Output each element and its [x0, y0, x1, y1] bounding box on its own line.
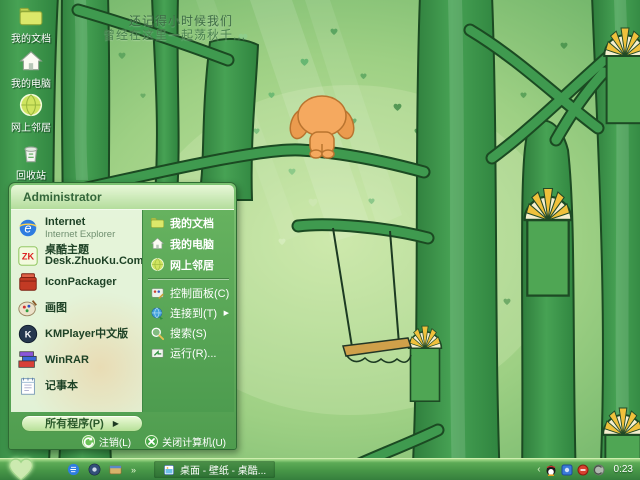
tray-volume-icon[interactable]: [593, 464, 605, 476]
quick-launch-kmplayer-icon[interactable]: [87, 462, 102, 477]
item-subtitle: Internet Explorer: [45, 228, 116, 240]
start-menu-item-internet[interactable]: e Internet Internet Explorer: [13, 213, 140, 243]
my-computer-icon: [19, 51, 43, 71]
start-menu: Administrator e Internet Internet Explor…: [8, 182, 237, 450]
paint-icon: [18, 300, 37, 317]
item-title: 画图: [45, 301, 67, 314]
all-programs-arrow-icon: ▶: [112, 418, 119, 428]
desktop-icon-my-computer[interactable]: 我的电脑: [0, 48, 62, 90]
run-icon: [151, 348, 164, 358]
taskbar-clock[interactable]: 0:23: [614, 464, 633, 475]
notepad-icon: [21, 377, 35, 395]
desktop-icon-label: 网上邻居: [11, 123, 51, 134]
desktop-icon-label: 我的电脑: [11, 79, 51, 90]
desktop-icon-label: 回收站: [16, 171, 46, 182]
start-menu-item-search[interactable]: 搜索(S): [143, 323, 234, 343]
svg-text:K: K: [25, 330, 32, 340]
system-tray: ‹ 0:23: [537, 464, 640, 476]
start-menu-item-kmplayer[interactable]: K KMPlayer中文版: [13, 321, 140, 347]
desktop-icon-my-documents[interactable]: 我的文档: [0, 3, 62, 45]
item-label: 我的电脑: [170, 238, 214, 251]
start-menu-pinned-list: e Internet Internet Explorer ZK 桌酷主题Desk…: [11, 210, 144, 412]
iconpackager-icon: [19, 273, 37, 291]
item-title: 桌酷主题Desk.ZhuoKu.Com: [45, 244, 144, 267]
tray-collapse-chevron[interactable]: ‹: [537, 464, 540, 475]
start-menu-item-run[interactable]: 运行(R)...: [143, 343, 234, 363]
start-menu-item-connect-to[interactable]: 连接到(T) ▶: [143, 303, 234, 323]
menu-separator: [148, 278, 229, 280]
tray-alert-icon[interactable]: [577, 464, 589, 476]
item-title: Internet: [45, 215, 86, 228]
all-programs-button[interactable]: 所有程序(P) ▶: [21, 414, 143, 432]
my-documents-icon: [150, 217, 165, 228]
start-menu-item-zhuoku-theme[interactable]: ZK 桌酷主题Desk.ZhuoKu.Com: [13, 243, 144, 269]
logoff-icon: [81, 435, 95, 448]
my-documents-icon: [19, 7, 43, 26]
tray-security-icon[interactable]: [561, 464, 573, 476]
search-icon: [151, 327, 165, 340]
svg-text:ZK: ZK: [22, 252, 35, 262]
shutdown-button[interactable]: 关闭计算机(U): [145, 434, 226, 449]
task-button-wallpaper[interactable]: 桌面 - 壁纸 - 桌酷...: [154, 461, 276, 478]
item-label: 网上邻居: [170, 259, 214, 272]
item-title: IconPackager: [45, 275, 117, 288]
task-button-label: 桌面 - 壁纸 - 桌酷...: [180, 466, 267, 477]
start-menu-item-winrar[interactable]: WinRAR: [13, 347, 140, 373]
item-label: 控制面板(C): [170, 288, 230, 300]
my-computer-icon: [150, 237, 165, 249]
tray-qq-icon[interactable]: [545, 464, 557, 476]
start-menu-item-network-places[interactable]: 网上邻居: [143, 254, 234, 275]
item-title: WinRAR: [45, 353, 89, 366]
start-menu-places-list: 我的文档 我的电脑 网上邻居 控制面板(C) 连接到(T) ▶ 搜索(S) 运行…: [142, 210, 234, 412]
all-programs-label: 所有程序(P): [45, 418, 104, 430]
quick-launch: »: [66, 462, 138, 477]
item-title: 记事本: [45, 379, 78, 392]
logoff-label: 注销(L): [98, 438, 132, 449]
zhuoku-theme-icon: ZK: [18, 246, 38, 266]
item-label: 运行(R)...: [170, 348, 217, 360]
desktop-icon-network-places[interactable]: 网上邻居: [0, 92, 62, 134]
item-label: 搜索(S): [170, 328, 207, 340]
network-places-icon: [151, 258, 164, 271]
winrar-icon: [18, 351, 37, 368]
desktop-screen: 还记得小时候我们 曾经在这里一起荡秋千... 我的文档 我的电脑 网上邻居 回收…: [0, 0, 640, 480]
start-button[interactable]: [0, 457, 42, 480]
quick-launch-folder-icon[interactable]: [108, 462, 123, 477]
task-window-icon: [164, 464, 174, 475]
shutdown-icon: [145, 435, 159, 448]
desktop-icon-recycle-bin[interactable]: 回收站: [0, 140, 62, 182]
wallpaper-caption-line2: 曾经在这里一起荡秋千...: [103, 28, 247, 42]
shutdown-label: 关闭计算机(U): [162, 438, 226, 449]
connect-to-icon: [151, 307, 164, 320]
quick-launch-ie-icon[interactable]: [66, 462, 81, 477]
start-menu-user: Administrator: [11, 185, 234, 210]
taskbar: » 桌面 - 壁纸 - 桌酷... ‹ 0:23: [0, 457, 640, 480]
internet-explorer-icon: e: [19, 219, 37, 237]
start-menu-item-paint[interactable]: 画图: [13, 295, 140, 321]
item-title: KMPlayer中文版: [45, 327, 129, 340]
network-places-icon: [19, 93, 43, 117]
start-menu-item-iconpackager[interactable]: IconPackager: [13, 269, 140, 295]
start-menu-item-my-computer[interactable]: 我的电脑: [143, 233, 234, 254]
item-label: 我的文档: [170, 217, 214, 230]
start-menu-item-my-documents[interactable]: 我的文档: [143, 212, 234, 233]
item-label: 连接到(T): [170, 308, 218, 320]
start-heart-icon: [8, 457, 34, 480]
svg-text:e: e: [24, 221, 31, 236]
recycle-bin-icon: [24, 146, 38, 163]
start-menu-item-notepad[interactable]: 记事本: [13, 373, 140, 399]
start-menu-item-control-panel[interactable]: 控制面板(C): [143, 283, 234, 303]
submenu-arrow-icon: ▶: [223, 310, 229, 317]
logoff-button[interactable]: 注销(L): [81, 434, 132, 449]
control-panel-icon: [151, 287, 164, 299]
kmplayer-icon: K: [18, 324, 38, 344]
quick-launch-overflow-chevron[interactable]: »: [129, 465, 138, 475]
desktop-icon-label: 我的文档: [11, 34, 51, 45]
